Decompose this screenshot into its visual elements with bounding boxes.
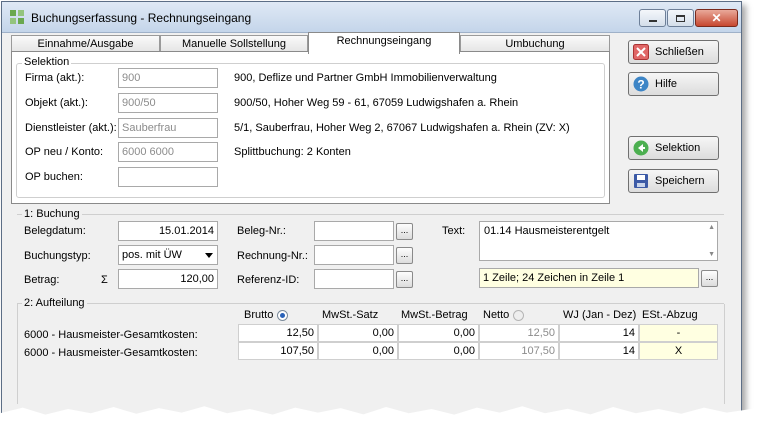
firma-label: Firma (akt.):: [25, 72, 85, 84]
betrag-field[interactable]: 120,00: [118, 269, 218, 289]
brutto-header-label: Brutto: [244, 309, 274, 321]
mwst-satz-header: MwSt.-Satz: [322, 309, 379, 321]
belegdatum-field[interactable]: 15.01.2014: [118, 221, 218, 241]
buchungstyp-label: Buchungstyp:: [24, 250, 91, 262]
objekt-field[interactable]: 900/50: [118, 93, 218, 113]
row1-brutto[interactable]: 12,50: [238, 324, 318, 342]
main-window: Buchungserfassung - Rechnungseingang ✕ E…: [1, 1, 742, 429]
scroll-up-icon[interactable]: ▲: [708, 224, 715, 231]
close-window-button[interactable]: ✕: [695, 9, 738, 27]
arrow-left-icon: [633, 140, 649, 156]
op-buchen-field[interactable]: [118, 167, 218, 187]
netto-radio[interactable]: [513, 309, 525, 321]
firma-field[interactable]: 900: [118, 68, 218, 88]
firma-info: 900, Deflize und Partner GmbH Immobilien…: [234, 72, 497, 84]
wj-header: WJ (Jan - Dez): [563, 309, 637, 321]
maximize-icon: [676, 14, 685, 22]
scroll-down-icon[interactable]: ▼: [708, 251, 715, 258]
selection-button-label: Selektion: [655, 142, 701, 154]
belegnr-field[interactable]: [314, 221, 394, 241]
close-icon: ✕: [711, 11, 722, 25]
referenzid-label: Referenz-ID:: [237, 274, 300, 286]
row2-mwst-betrag[interactable]: 0,00: [398, 342, 479, 360]
window-title: Buchungserfassung - Rechnungseingang: [31, 11, 252, 25]
selection-button[interactable]: Selektion: [628, 136, 719, 160]
text-value: 01.14 Hausmeisterentgelt: [484, 225, 610, 237]
row2-label: 6000 - Hausmeister-Gesamtkosten:: [24, 347, 198, 359]
svg-text:?: ?: [637, 78, 644, 92]
objekt-info: 900/50, Hoher Weg 59 - 61, 67059 Ludwigs…: [234, 97, 519, 109]
objekt-label: Objekt (akt.):: [25, 97, 88, 109]
row2-netto: 107,50: [479, 342, 559, 360]
aufteilung-separator: [17, 303, 724, 304]
dienstleister-info: 5/1, Sauberfrau, Hoher Weg 2, 67067 Ludw…: [234, 122, 570, 134]
buchung-section-label: 1: Buchung: [22, 208, 82, 220]
help-button[interactable]: ? Hilfe: [628, 72, 719, 96]
text-lookup-button[interactable]: ...: [701, 270, 718, 287]
brutto-radio[interactable]: [277, 309, 289, 321]
row1-wj[interactable]: 14: [559, 324, 639, 342]
aufteilung-section-label: 2: Aufteilung: [22, 297, 87, 309]
rechnungnr-field[interactable]: [314, 245, 394, 265]
row2-brutto[interactable]: 107,50: [238, 342, 318, 360]
buchung-separator: [17, 214, 724, 215]
belegdatum-label: Belegdatum:: [24, 225, 86, 237]
brutto-header: Brutto: [244, 309, 289, 321]
netto-header: Netto: [483, 309, 525, 321]
row1-mwst-satz[interactable]: 0,00: [318, 324, 398, 342]
splittbuchung-info: Splittbuchung: 2 Konten: [234, 146, 351, 158]
row1-mwst-betrag[interactable]: 0,00: [398, 324, 479, 342]
row2-wj[interactable]: 14: [559, 342, 639, 360]
help-button-label: Hilfe: [655, 78, 678, 90]
dienstleister-label: Dienstleister (akt.):: [25, 122, 117, 134]
app-icon: [10, 10, 24, 24]
netto-header-label: Netto: [483, 309, 510, 321]
referenzid-lookup-button[interactable]: ...: [396, 271, 413, 288]
row1-label: 6000 - Hausmeister-Gesamtkosten:: [24, 329, 198, 341]
row1-est-abzug[interactable]: -: [639, 324, 718, 342]
dienstleister-field[interactable]: Sauberfrau: [118, 118, 218, 138]
est-abzug-header: ESt.-Abzug: [642, 309, 698, 321]
close-x-icon: [633, 44, 649, 60]
row2-est-abzug[interactable]: X: [639, 342, 718, 360]
mwst-betrag-header: MwSt.-Betrag: [401, 309, 468, 321]
sigma-icon: Σ: [101, 274, 108, 286]
referenzid-field[interactable]: [314, 269, 394, 289]
save-button[interactable]: Speichern: [628, 169, 719, 193]
op-neu-konto-field[interactable]: 6000 6000: [118, 142, 218, 162]
save-button-label: Speichern: [655, 175, 705, 187]
text-status: 1 Zeile; 24 Zeichen in Zeile 1: [479, 268, 699, 288]
op-neu-konto-label: OP neu / Konto:: [25, 146, 104, 158]
tab-panel: Selektion Firma (akt.): Objekt (akt.): D…: [11, 51, 610, 204]
floppy-disk-icon: [633, 173, 649, 189]
belegnr-label: Beleg-Nr.:: [237, 225, 286, 237]
title-bar: Buchungserfassung - Rechnungseingang ✕: [2, 2, 741, 33]
rechnungnr-lookup-button[interactable]: ...: [396, 247, 413, 264]
selektion-title: Selektion: [22, 56, 72, 68]
minimize-button[interactable]: [639, 9, 666, 27]
text-area[interactable]: 01.14 Hausmeisterentgelt ▲ ▼: [479, 221, 718, 261]
close-button-label: Schließen: [655, 46, 704, 58]
help-icon: ?: [633, 76, 649, 92]
aufteilung-left-border: [17, 304, 18, 404]
rechnungnr-label: Rechnung-Nr.:: [237, 250, 308, 262]
tab-rechnungseingang[interactable]: Rechnungseingang: [308, 32, 460, 54]
buchungstyp-select[interactable]: pos. mit ÜW: [118, 245, 218, 265]
aufteilung-right-border: [724, 304, 725, 404]
belegnr-lookup-button[interactable]: ...: [396, 223, 413, 240]
row2-mwst-satz[interactable]: 0,00: [318, 342, 398, 360]
row1-netto: 12,50: [479, 324, 559, 342]
maximize-button[interactable]: [667, 9, 694, 27]
chevron-down-icon: [205, 253, 213, 258]
op-buchen-label: OP buchen:: [25, 171, 83, 183]
minimize-icon: [648, 20, 657, 22]
text-label: Text:: [442, 225, 466, 237]
buchungstyp-value: pos. mit ÜW: [122, 249, 182, 261]
close-button[interactable]: Schließen: [628, 40, 719, 64]
betrag-label: Betrag:: [24, 274, 60, 286]
